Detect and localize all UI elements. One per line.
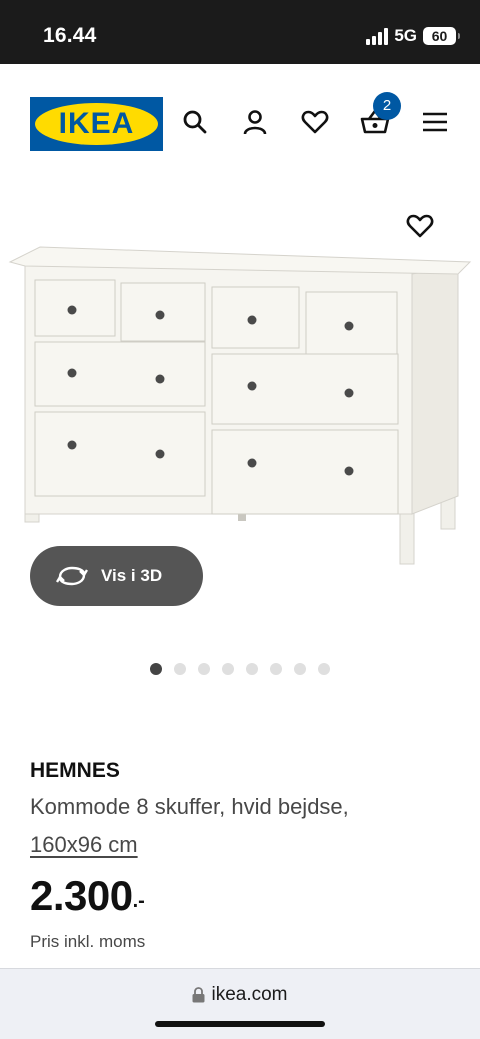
browser-address-bar[interactable]: ikea.com <box>0 968 480 1039</box>
basket-icon[interactable]: 2 <box>359 92 401 138</box>
gallery-dot[interactable] <box>246 663 258 675</box>
network-label: 5G <box>394 26 417 45</box>
gallery-dot[interactable] <box>294 663 306 675</box>
gallery-dot[interactable] <box>222 663 234 675</box>
signal-icon <box>366 27 389 45</box>
gallery-dot[interactable] <box>318 663 330 675</box>
product-gallery: Vis i 3D <box>0 184 480 694</box>
gallery-dot[interactable] <box>198 663 210 675</box>
status-indicators: 5G 60 <box>366 26 460 46</box>
gallery-dot[interactable] <box>174 663 186 675</box>
product-image[interactable] <box>0 234 480 574</box>
url-display[interactable]: ikea.com <box>0 984 480 1006</box>
product-name: HEMNES <box>30 759 120 782</box>
battery-icon: 60 <box>423 27 460 45</box>
lock-icon <box>192 987 205 1003</box>
price-suffix: .- <box>132 890 145 912</box>
price-value: 2.300 <box>30 872 133 919</box>
view-in-3d-button[interactable]: Vis i 3D <box>30 546 203 606</box>
rotate-3d-icon <box>56 566 88 586</box>
site-header: IKEA 2 <box>0 64 480 184</box>
gallery-dot[interactable] <box>150 663 162 675</box>
home-indicator[interactable] <box>155 1021 325 1027</box>
status-time: 16.44 <box>43 24 97 47</box>
heart-icon[interactable] <box>299 106 331 138</box>
search-icon[interactable] <box>179 106 211 138</box>
product-price: 2.300 .- <box>30 872 145 920</box>
url-text: ikea.com <box>211 984 288 1005</box>
product-description: Kommode 8 skuffer, hvid bejdse, <box>30 794 349 819</box>
logo-text: IKEA <box>58 107 135 140</box>
account-icon[interactable] <box>239 106 271 138</box>
view-in-3d-label: Vis i 3D <box>101 566 163 585</box>
price-note: Pris inkl. moms <box>30 932 146 951</box>
ikea-logo[interactable]: IKEA <box>30 97 163 151</box>
menu-icon[interactable] <box>419 106 451 138</box>
logo-oval: IKEA <box>35 103 158 145</box>
status-bar: 16.44 5G 60 <box>0 0 480 64</box>
gallery-pagination <box>150 663 330 675</box>
gallery-dot[interactable] <box>270 663 282 675</box>
cart-count-badge: 2 <box>373 92 401 120</box>
product-size-link[interactable]: 160x96 cm <box>30 832 138 858</box>
